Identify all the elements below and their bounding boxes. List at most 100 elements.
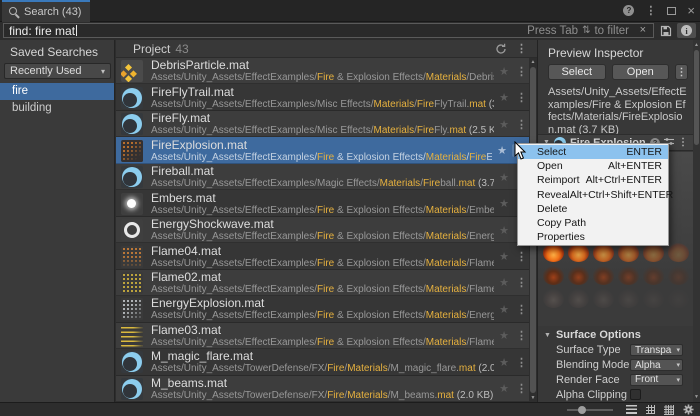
window-menu-icon[interactable]: ⋮ [645,4,656,17]
option-label: Blending Mode [556,359,630,372]
scroll-up-icon[interactable]: ▲ [529,58,537,66]
fire-sprite [568,289,589,308]
favorite-star-icon[interactable]: ★ [494,224,514,237]
dropdown[interactable]: Alpha ▾ [630,359,683,372]
favorite-star-icon[interactable]: ★ [494,356,514,369]
favorite-star-icon[interactable]: ★ [494,197,514,210]
row-menu-icon[interactable]: ⋮ [514,91,529,104]
result-name: EnergyShockwave.mat [151,218,274,232]
search-query: find: fire mat [9,23,76,38]
result-name: M_beams.mat [151,376,228,390]
result-row[interactable]: Fireball.mat Assets/Unity_Assets/EffectEx… [116,163,529,191]
result-row[interactable]: Flame03.mat Assets/Unity_Assets/EffectExa… [116,322,529,350]
chevron-down-icon: ▾ [676,376,680,384]
grid-view-small-icon[interactable] [646,405,655,414]
row-menu-icon[interactable]: ⋮ [514,65,529,78]
search-input[interactable]: find: fire mat Press Tab ⇅ to filter × [3,23,654,38]
favorite-star-icon[interactable]: ★ [492,144,512,157]
scrollbar-thumb[interactable] [694,50,699,145]
row-menu-icon[interactable]: ⋮ [514,118,529,131]
result-row[interactable]: FireFlyTrail.mat Assets/Unity_Assets/Effe… [116,84,529,111]
refresh-button[interactable] [495,43,507,55]
result-row[interactable]: FireExplosion.mat Assets/Unity_Assets/Eff… [116,137,529,164]
context-menu-item[interactable]: Properties [518,230,668,244]
inspector-menu-icon[interactable]: ⋮ [675,64,688,80]
text-caret [76,25,78,36]
context-menu: Select ENTER Open Alt+ENTER Reimport Alt+Ctrl… [517,143,673,247]
slider-handle[interactable] [578,405,586,414]
row-menu-icon[interactable]: ⋮ [514,276,529,289]
settings-button[interactable] [683,404,694,415]
fire-sprite [593,266,614,285]
list-view-icon[interactable] [626,405,637,414]
checkbox[interactable] [630,389,641,401]
result-row[interactable]: EnergyExplosion.mat Assets/Unity_Assets/E… [116,296,529,323]
favorite-star-icon[interactable]: ★ [494,118,514,131]
material-thumbnail-icon [121,219,143,242]
item-size-slider[interactable] [567,405,613,414]
row-menu-icon[interactable]: ⋮ [514,382,529,395]
fire-sprite [643,289,664,308]
context-menu-item[interactable]: Open Alt+ENTER [518,159,668,173]
saved-searches-list: fire building [0,83,114,117]
saved-search-item[interactable]: fire [0,83,114,100]
result-row[interactable]: M_magic_flare.mat Assets/Unity_Assets/Tow… [116,349,529,376]
context-menu-item[interactable]: Delete [518,202,668,216]
row-menu-icon[interactable]: ⋮ [514,250,529,263]
save-icon [660,25,672,36]
result-row[interactable]: Flame02.mat Assets/Unity_Assets/EffectExa… [116,269,529,297]
surface-options-header[interactable]: ▼ Surface Options [538,326,693,343]
favorite-star-icon[interactable]: ★ [494,91,514,104]
fire-sprite [593,289,614,308]
filter-hint: Press Tab ⇅ to filter [527,24,629,37]
material-thumbnail-icon [121,377,143,400]
surface-option-row: Alpha Clipping [538,387,693,402]
result-name: Flame03.mat [151,323,222,337]
favorite-star-icon[interactable]: ★ [494,171,514,184]
maximize-icon[interactable] [667,6,677,15]
open-button[interactable]: Open [611,64,669,80]
scroll-up-icon[interactable]: ▲ [693,41,700,49]
result-row[interactable]: Embers.mat Assets/Unity_Assets/EffectExam… [116,190,529,217]
tab-search[interactable]: Search (43) [2,0,91,22]
favorite-star-icon[interactable]: ★ [494,276,514,289]
scroll-down-icon[interactable]: ▼ [529,394,537,402]
row-menu-icon[interactable]: ⋮ [514,303,529,316]
result-row[interactable]: EnergyShockwave.mat Assets/Unity_Assets/E… [116,216,529,244]
row-menu-icon[interactable]: ⋮ [514,356,529,369]
context-menu-item[interactable]: Select ENTER [518,145,668,160]
scroll-down-icon[interactable]: ▼ [693,393,700,401]
close-icon[interactable]: × [687,4,695,17]
dropdown[interactable]: Front ▾ [630,373,683,386]
context-menu-item[interactable]: Reveal Alt+Ctrl+Shift+ENTER [518,188,673,202]
context-menu-item[interactable]: Reimport Alt+Ctrl+ENTER [518,173,668,187]
result-row[interactable]: Flame04.mat Assets/Unity_Assets/EffectExa… [116,243,529,270]
material-thumbnail-icon [121,60,143,83]
favorite-star-icon[interactable]: ★ [494,382,514,395]
context-menu-item[interactable]: Copy Path [518,216,668,230]
favorite-star-icon[interactable]: ★ [494,303,514,316]
inspector-toggle-button[interactable]: i [677,23,696,38]
help-icon[interactable]: ? [623,5,635,16]
saved-searches-filter-dropdown[interactable]: Recently Used ▾ [4,63,111,79]
result-path: Assets/Unity_Assets/TowerDefense/FX/Fire… [151,389,494,401]
result-name: DebrisParticle.mat [151,59,250,73]
saved-search-item[interactable]: building [0,100,114,117]
favorite-star-icon[interactable]: ★ [494,65,514,78]
favorite-star-icon[interactable]: ★ [494,250,514,263]
fire-sprite [668,243,689,262]
favorite-star-icon[interactable]: ★ [494,329,514,342]
foldout-icon[interactable]: ▼ [544,332,551,339]
results-menu-icon[interactable]: ⋮ [516,42,527,55]
dropdown[interactable]: Transpa ▾ [630,344,683,357]
result-row[interactable]: M_beams.mat Assets/Unity_Assets/TowerDefe… [116,375,529,403]
result-row[interactable]: FireFly.mat Assets/Unity_Assets/EffectExa… [116,110,529,138]
result-row[interactable]: DebrisParticle.mat Assets/Unity_Assets/Ef… [116,58,529,85]
grid-view-large-icon[interactable] [664,404,674,415]
select-button[interactable]: Select [548,64,606,80]
save-search-button[interactable] [658,24,674,37]
clear-search-icon[interactable]: × [640,24,646,37]
row-menu-icon[interactable]: ⋮ [514,329,529,342]
material-menu-icon[interactable]: ⋮ [678,137,688,148]
inspector-scrollbar[interactable]: ▲ ▼ [693,40,700,402]
